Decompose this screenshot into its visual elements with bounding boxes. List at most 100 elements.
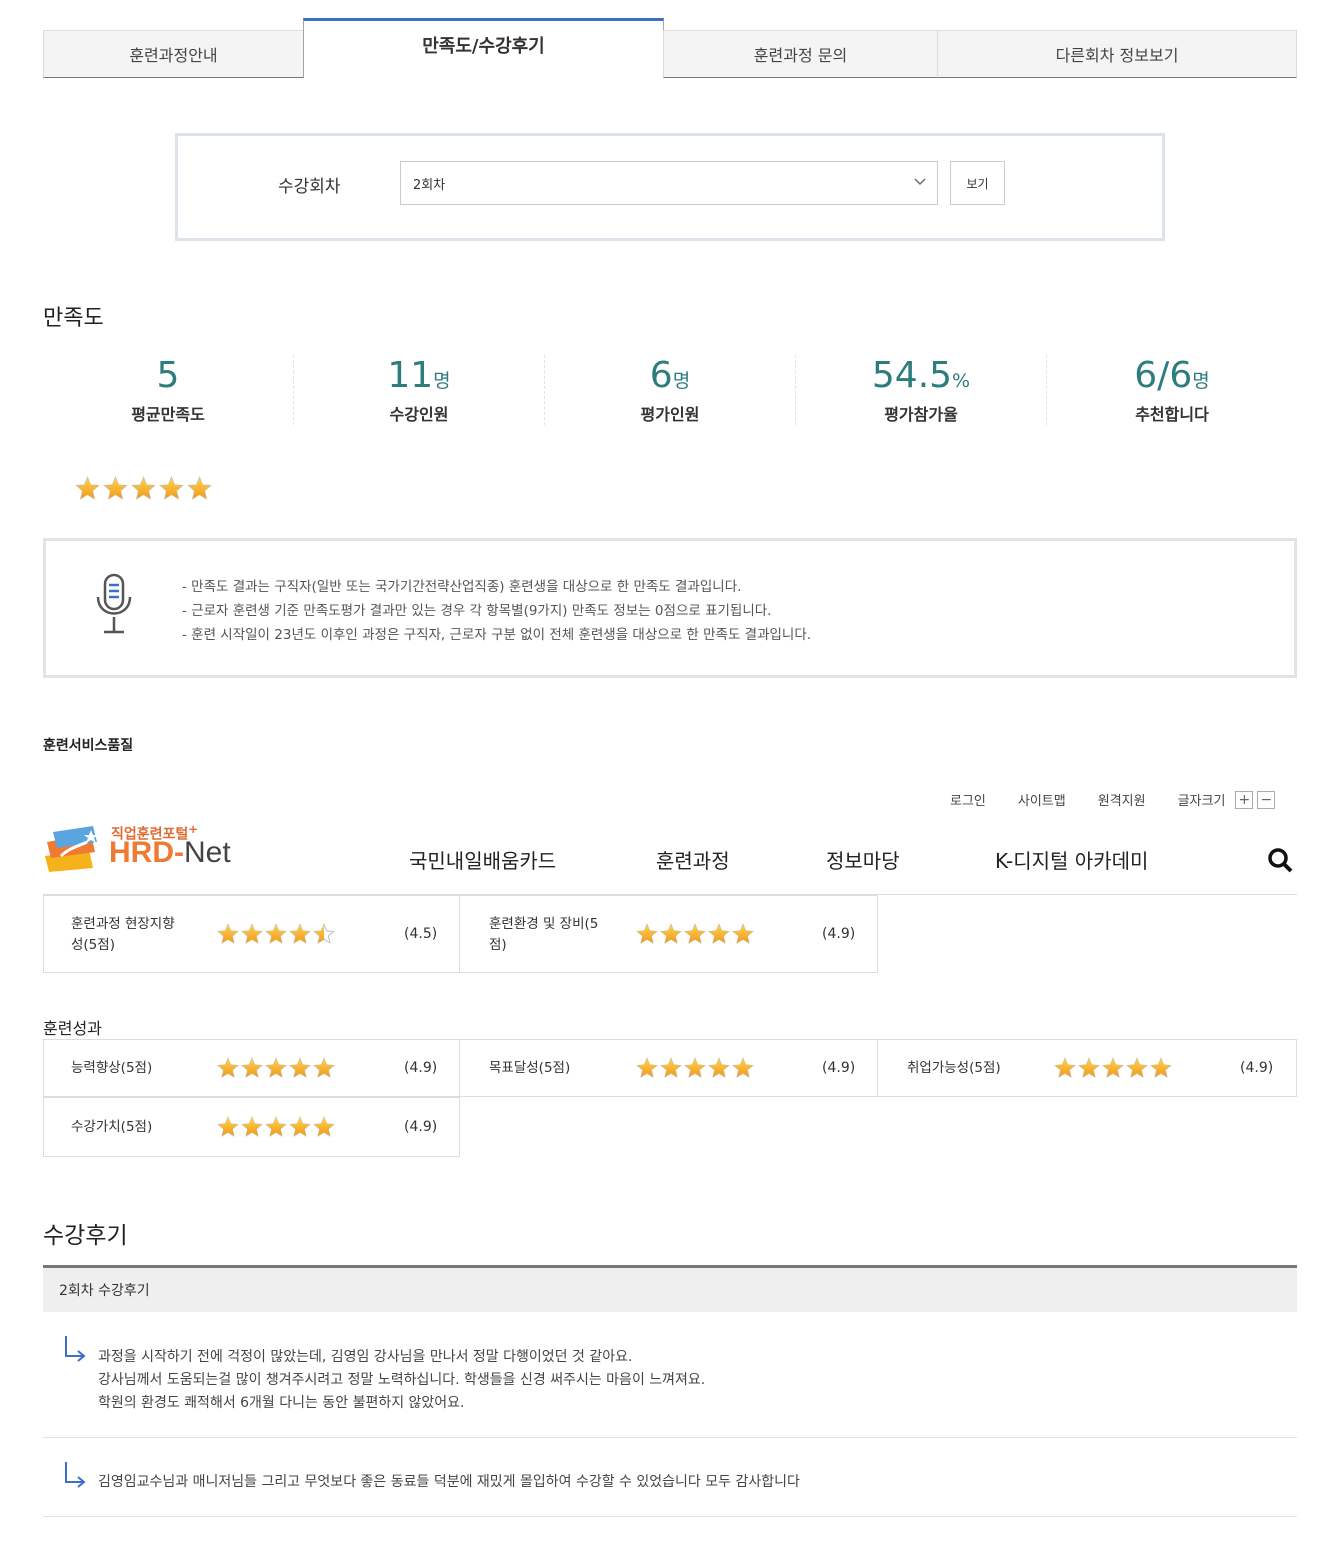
stat-value: 5 xyxy=(156,355,180,396)
star-icon xyxy=(1078,1057,1100,1078)
tab-satisfaction-review[interactable]: 만족도/수강후기 xyxy=(303,18,664,78)
rating-ability: 능력향상(5점) (4.9) xyxy=(43,1039,460,1097)
stat-label: 추천합니다 xyxy=(1135,405,1209,424)
stat-label: 수강인원 xyxy=(389,405,449,424)
star-icon xyxy=(241,1057,263,1078)
rating-stars xyxy=(217,923,335,945)
star-icon xyxy=(241,1116,263,1137)
tab-other-sessions[interactable]: 다른회차 정보보기 xyxy=(937,30,1297,78)
tab-course-info[interactable]: 훈련과정안내 xyxy=(43,30,304,78)
notice-list: - 만족도 결과는 구직자(일반 또는 국가기간전략산업직종) 훈련생을 대상으… xyxy=(182,575,811,647)
logo-mark-icon xyxy=(45,826,98,872)
star-icon xyxy=(159,476,184,500)
font-increase-button[interactable]: + xyxy=(1235,790,1254,809)
rating-stars xyxy=(1054,1057,1172,1079)
reviews-title: 수강후기 xyxy=(43,1223,128,1249)
star-icon xyxy=(313,923,335,944)
session-select[interactable]: 2회차 xyxy=(400,161,938,205)
search-icon[interactable] xyxy=(1267,847,1293,873)
star-icon xyxy=(684,1057,706,1078)
rating-stars xyxy=(217,1057,335,1079)
stat-unit: % xyxy=(952,370,971,392)
stat-unit: 명 xyxy=(672,370,691,392)
sitemap-link[interactable]: 사이트맵 xyxy=(1018,790,1066,809)
notice-item: - 만족도 결과는 구직자(일반 또는 국가기간전략산업직종) 훈련생을 대상으… xyxy=(182,579,742,595)
stat-value: 54.5 xyxy=(871,355,953,396)
notice-item: - 근로자 훈련생 기준 만족도평가 결과만 있는 경우 각 항목별(9가지) … xyxy=(182,603,772,619)
stat-value: 6/6 xyxy=(1134,355,1193,396)
hrd-net-logo[interactable]: 직업훈련포털+ HRD-Net xyxy=(43,822,273,874)
stat-label: 평가참가율 xyxy=(884,405,958,424)
star-icon xyxy=(265,1057,287,1078)
reply-arrow-icon xyxy=(65,1336,86,1362)
star-icon xyxy=(289,1116,311,1137)
nav-info[interactable]: 정보마당 xyxy=(826,845,900,874)
stat-enrolled: 11명 수강인원 xyxy=(294,355,545,425)
microphone-icon xyxy=(96,573,132,634)
remote-support-link[interactable]: 원격지원 xyxy=(1098,790,1146,809)
star-icon xyxy=(1102,1057,1124,1078)
notice-box: - 만족도 결과는 구직자(일반 또는 국가기간전략산업직종) 훈련생을 대상으… xyxy=(43,538,1297,678)
stat-unit: 명 xyxy=(433,370,451,392)
outcome-title: 훈련성과 xyxy=(43,1019,102,1038)
login-link[interactable]: 로그인 xyxy=(950,790,986,809)
star-icon xyxy=(636,923,658,944)
satisfaction-title: 만족도 xyxy=(43,306,104,331)
rating-stars xyxy=(636,923,754,945)
star-icon xyxy=(217,923,239,944)
stat-participation-rate: 54.5% 평가참가율 xyxy=(796,355,1047,425)
star-icon xyxy=(708,1057,730,1078)
review-item: 김영임교수님과 매니저님들 그리고 무엇보다 좋은 동료들 덕분에 재밌게 몰입… xyxy=(43,1438,1297,1517)
stat-unit: 명 xyxy=(1192,370,1210,392)
star-icon xyxy=(1126,1057,1148,1078)
star-icon xyxy=(1150,1057,1172,1078)
rating-value: (4.9) xyxy=(822,1060,856,1076)
rating-stars xyxy=(636,1057,754,1079)
nav-k-digital[interactable]: K-디지털 아카데미 xyxy=(995,845,1148,874)
star-icon xyxy=(75,476,100,500)
rating-environment: 훈련환경 및 장비(5 점) (4.9) xyxy=(459,895,878,973)
star-icon xyxy=(732,1057,754,1078)
star-icon xyxy=(241,923,263,944)
star-icon xyxy=(103,476,128,500)
star-icon xyxy=(636,1057,658,1078)
rating-goal: 목표달성(5점) (4.9) xyxy=(459,1039,878,1097)
session-selected-value: 2회차 xyxy=(413,177,446,193)
star-icon xyxy=(187,476,212,500)
stat-label: 평균만족도 xyxy=(131,405,205,424)
stat-value: 6 xyxy=(649,355,673,396)
star-icon xyxy=(660,923,682,944)
tab-bar: 훈련과정안내 만족도/수강후기 훈련과정 문의 다른회차 정보보기 xyxy=(43,18,1297,78)
rating-stars xyxy=(217,1116,335,1138)
logo-wordmark: HRD-Net xyxy=(109,836,231,869)
utility-links: 로그인 사이트맵 원격지원 글자크기 + − xyxy=(950,790,1276,809)
star-icon xyxy=(289,1057,311,1078)
chevron-down-icon xyxy=(914,178,926,185)
star-icon xyxy=(684,923,706,944)
review-text: 과정을 시작하기 전에 걱정이 많았는데, 김영임 강사님을 만나서 정말 다행… xyxy=(98,1349,706,1411)
rating-label: 훈련과정 현장지향 성(5점) xyxy=(71,916,175,953)
reply-arrow-icon xyxy=(65,1462,86,1488)
star-icon xyxy=(131,476,156,500)
star-icon xyxy=(265,923,287,944)
star-icon xyxy=(313,1057,335,1078)
stat-label: 평가인원 xyxy=(640,405,700,424)
service-quality-heading: 훈련서비스품질 xyxy=(43,738,134,751)
rating-label: 능력향상(5점) xyxy=(71,1060,153,1076)
star-icon xyxy=(660,1057,682,1078)
rating-value: (4.9) xyxy=(1240,1060,1274,1076)
star-icon xyxy=(732,923,754,944)
font-decrease-button[interactable]: − xyxy=(1257,790,1276,809)
rating-value: (4.9) xyxy=(404,1119,438,1135)
font-size-label: 글자크기 xyxy=(1177,794,1226,809)
nav-learning-card[interactable]: 국민내일배움카드 xyxy=(409,845,556,874)
rating-employability: 취업가능성(5점) (4.9) xyxy=(877,1039,1297,1097)
tab-course-inquiry[interactable]: 훈련과정 문의 xyxy=(663,30,938,78)
nav-courses[interactable]: 훈련과정 xyxy=(656,845,730,874)
view-button[interactable]: 보기 xyxy=(950,161,1005,205)
stats-row: 5 평균만족도 11명 수강인원 6명 평가인원 54.5% 평가참가율 6/6… xyxy=(43,355,1297,425)
rating-label: 취업가능성(5점) xyxy=(907,1060,1001,1076)
stat-evaluators: 6명 평가인원 xyxy=(545,355,796,425)
rating-field-orientation: 훈련과정 현장지향 성(5점) (4.5) xyxy=(43,895,460,973)
review-item: 과정을 시작하기 전에 걱정이 많았는데, 김영임 강사님을 만나서 정말 다행… xyxy=(43,1312,1297,1438)
